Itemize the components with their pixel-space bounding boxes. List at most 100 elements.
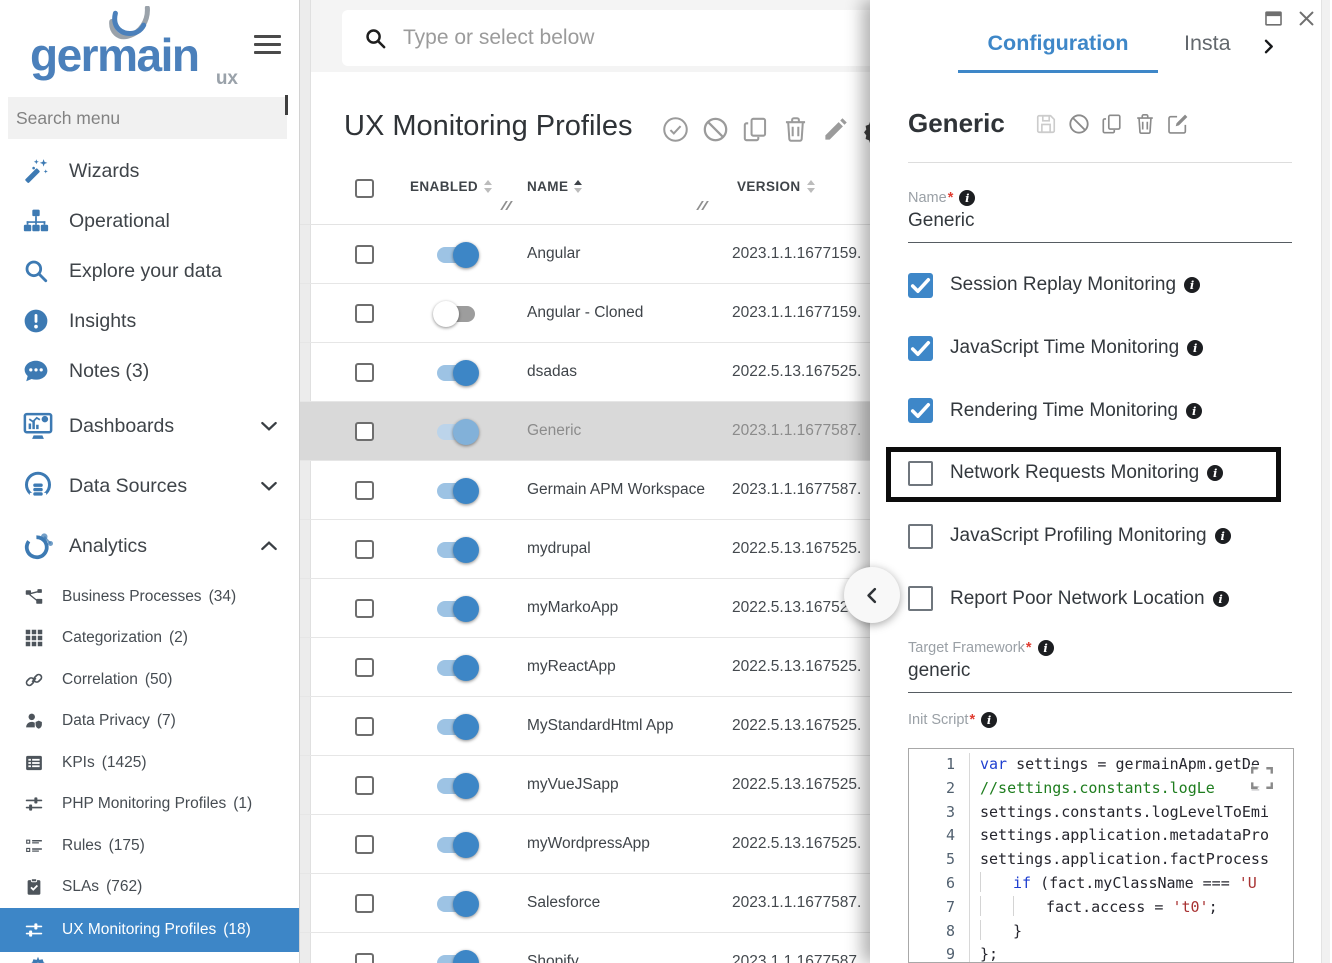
table-row[interactable]: myReactApp2022.5.13.167525. xyxy=(300,638,870,697)
sort-icon[interactable] xyxy=(807,180,815,193)
checkbox-checked[interactable] xyxy=(908,398,933,423)
select-all-checkbox[interactable] xyxy=(355,179,374,198)
checkbox-unchecked[interactable] xyxy=(908,524,933,549)
name-field[interactable]: Name*i Generic xyxy=(908,190,1292,243)
pencil-icon[interactable] xyxy=(822,116,849,143)
enabled-toggle[interactable] xyxy=(433,950,479,963)
gear-icon[interactable] xyxy=(862,116,870,143)
sidebar-item-notes-3[interactable]: Notes (3) xyxy=(0,346,299,396)
row-checkbox[interactable] xyxy=(355,894,374,913)
sidebar-item-rules[interactable]: Rules(175) xyxy=(0,825,299,867)
row-checkbox[interactable] xyxy=(355,953,374,963)
table-row[interactable]: Germain APM Workspace2023.1.1.1677587. xyxy=(300,461,870,520)
column-header-version[interactable]: VERSION xyxy=(737,179,815,194)
enabled-toggle[interactable] xyxy=(433,301,479,327)
sidebar-item-insights[interactable]: Insights xyxy=(0,296,299,346)
table-row[interactable]: MyStandardHtml App2022.5.13.167525. xyxy=(300,697,870,756)
chevron-down-icon[interactable] xyxy=(259,416,279,436)
table-row[interactable]: Angular2023.1.1.1677159. xyxy=(300,225,870,284)
ban-icon[interactable] xyxy=(1068,113,1090,135)
checkbox-checked[interactable] xyxy=(908,273,933,298)
table-row[interactable]: myMarkoApp2022.5.13.167525. xyxy=(300,579,870,638)
maximize-icon[interactable] xyxy=(1264,9,1283,28)
info-icon[interactable]: i xyxy=(981,712,997,728)
sort-icon[interactable] xyxy=(484,180,492,193)
info-icon[interactable]: i xyxy=(1038,640,1054,656)
sidebar-item-ux-monitoring-profiles[interactable]: UX Monitoring Profiles(18) xyxy=(0,908,299,952)
sidebar-item-slas[interactable]: SLAs(762) xyxy=(0,867,299,909)
row-checkbox[interactable] xyxy=(355,717,374,736)
enabled-toggle[interactable] xyxy=(433,360,479,386)
row-checkbox[interactable] xyxy=(355,835,374,854)
ban-icon[interactable] xyxy=(702,116,729,143)
row-checkbox[interactable] xyxy=(355,304,374,323)
table-row[interactable]: Shopify2023.1.1.1677587 xyxy=(300,933,870,963)
sidebar-search-input[interactable] xyxy=(8,97,287,139)
table-row[interactable]: Generic2023.1.1.1677587. xyxy=(300,402,870,461)
enabled-toggle[interactable] xyxy=(433,478,479,504)
info-icon[interactable]: i xyxy=(1213,591,1229,607)
table-row[interactable]: Angular - Cloned2023.1.1.1677159. xyxy=(300,284,870,343)
table-row[interactable]: Salesforce2023.1.1.1677587. xyxy=(300,874,870,933)
trash-icon[interactable] xyxy=(1134,113,1156,135)
row-checkbox[interactable] xyxy=(355,481,374,500)
checkbox-unchecked[interactable] xyxy=(908,461,933,486)
expand-icon[interactable] xyxy=(1249,765,1275,791)
enabled-toggle[interactable] xyxy=(433,537,479,563)
sidebar-item-data-sources[interactable]: Data Sources xyxy=(0,456,299,516)
copy-icon[interactable] xyxy=(742,116,769,143)
sidebar-item-data-privacy[interactable]: Data Privacy(7) xyxy=(0,701,299,743)
row-checkbox[interactable] xyxy=(355,658,374,677)
sidebar-item-analytics[interactable]: Analytics xyxy=(0,516,299,576)
row-checkbox[interactable] xyxy=(355,540,374,559)
chevron-down-icon[interactable] xyxy=(259,476,279,496)
sidebar-item-kpis[interactable]: KPIs(1425) xyxy=(0,742,299,784)
sidebar-item-dashboards[interactable]: Dashboards xyxy=(0,396,299,456)
row-checkbox[interactable] xyxy=(355,245,374,264)
sidebar-item-categorization[interactable]: Categorization(2) xyxy=(0,618,299,660)
info-icon[interactable]: i xyxy=(1207,465,1223,481)
enabled-toggle[interactable] xyxy=(433,419,479,445)
sidebar-item-operational[interactable]: Operational xyxy=(0,196,299,246)
table-row[interactable]: mydrupal2022.5.13.167525. xyxy=(300,520,870,579)
info-icon[interactable]: i xyxy=(1215,528,1231,544)
sort-asc-icon[interactable] xyxy=(574,180,582,193)
init-script-editor[interactable]: 1var settings = germainApm.getDe2//setti… xyxy=(908,748,1294,963)
row-checkbox[interactable] xyxy=(355,776,374,795)
enabled-toggle[interactable] xyxy=(433,714,479,740)
table-row[interactable]: myWordpressApp2022.5.13.167525. xyxy=(300,815,870,874)
pencil-square-icon[interactable] xyxy=(1167,113,1189,135)
column-resize-handle[interactable] xyxy=(696,201,708,211)
column-header-name[interactable]: NAME xyxy=(527,179,582,194)
sidebar-item-correlation[interactable]: Correlation(50) xyxy=(0,659,299,701)
enabled-toggle[interactable] xyxy=(433,242,479,268)
floppy-icon[interactable] xyxy=(1035,113,1057,135)
enabled-toggle[interactable] xyxy=(433,891,479,917)
checkbox-checked[interactable] xyxy=(908,336,933,361)
circle-check-icon[interactable] xyxy=(662,116,689,143)
column-header-enabled[interactable]: ENABLED xyxy=(410,179,492,194)
collapse-panel-button[interactable] xyxy=(844,567,900,623)
table-row[interactable]: myVueJSapp2022.5.13.167525. xyxy=(300,756,870,815)
sidebar-item-wizards[interactable]: Wizards xyxy=(0,146,299,196)
row-checkbox[interactable] xyxy=(355,363,374,382)
info-icon[interactable]: i xyxy=(1184,277,1200,293)
hamburger-menu-icon[interactable] xyxy=(254,35,281,55)
enabled-toggle[interactable] xyxy=(433,655,479,681)
tab-instances[interactable]: Insta xyxy=(1184,31,1246,56)
profiles-search-input[interactable] xyxy=(403,26,870,50)
enabled-toggle[interactable] xyxy=(433,773,479,799)
sidebar-scrollbar-thumb[interactable] xyxy=(285,95,288,115)
sidebar-item-php-monitoring-profiles[interactable]: PHP Monitoring Profiles(1) xyxy=(0,784,299,826)
tab-configuration[interactable]: Configuration xyxy=(958,31,1158,56)
enabled-toggle[interactable] xyxy=(433,596,479,622)
row-checkbox[interactable] xyxy=(355,422,374,441)
close-icon[interactable] xyxy=(1297,9,1316,28)
name-value[interactable]: Generic xyxy=(908,210,1292,232)
table-row[interactable]: dsadas2022.5.13.167525. xyxy=(300,343,870,402)
sidebar-item-business-processes[interactable]: Business Processes(34) xyxy=(0,576,299,618)
info-icon[interactable]: i xyxy=(1186,403,1202,419)
column-resize-handle[interactable] xyxy=(500,201,512,211)
target-framework-field[interactable]: Target Framework*i generic xyxy=(908,640,1292,693)
chevron-up-icon[interactable] xyxy=(259,536,279,556)
